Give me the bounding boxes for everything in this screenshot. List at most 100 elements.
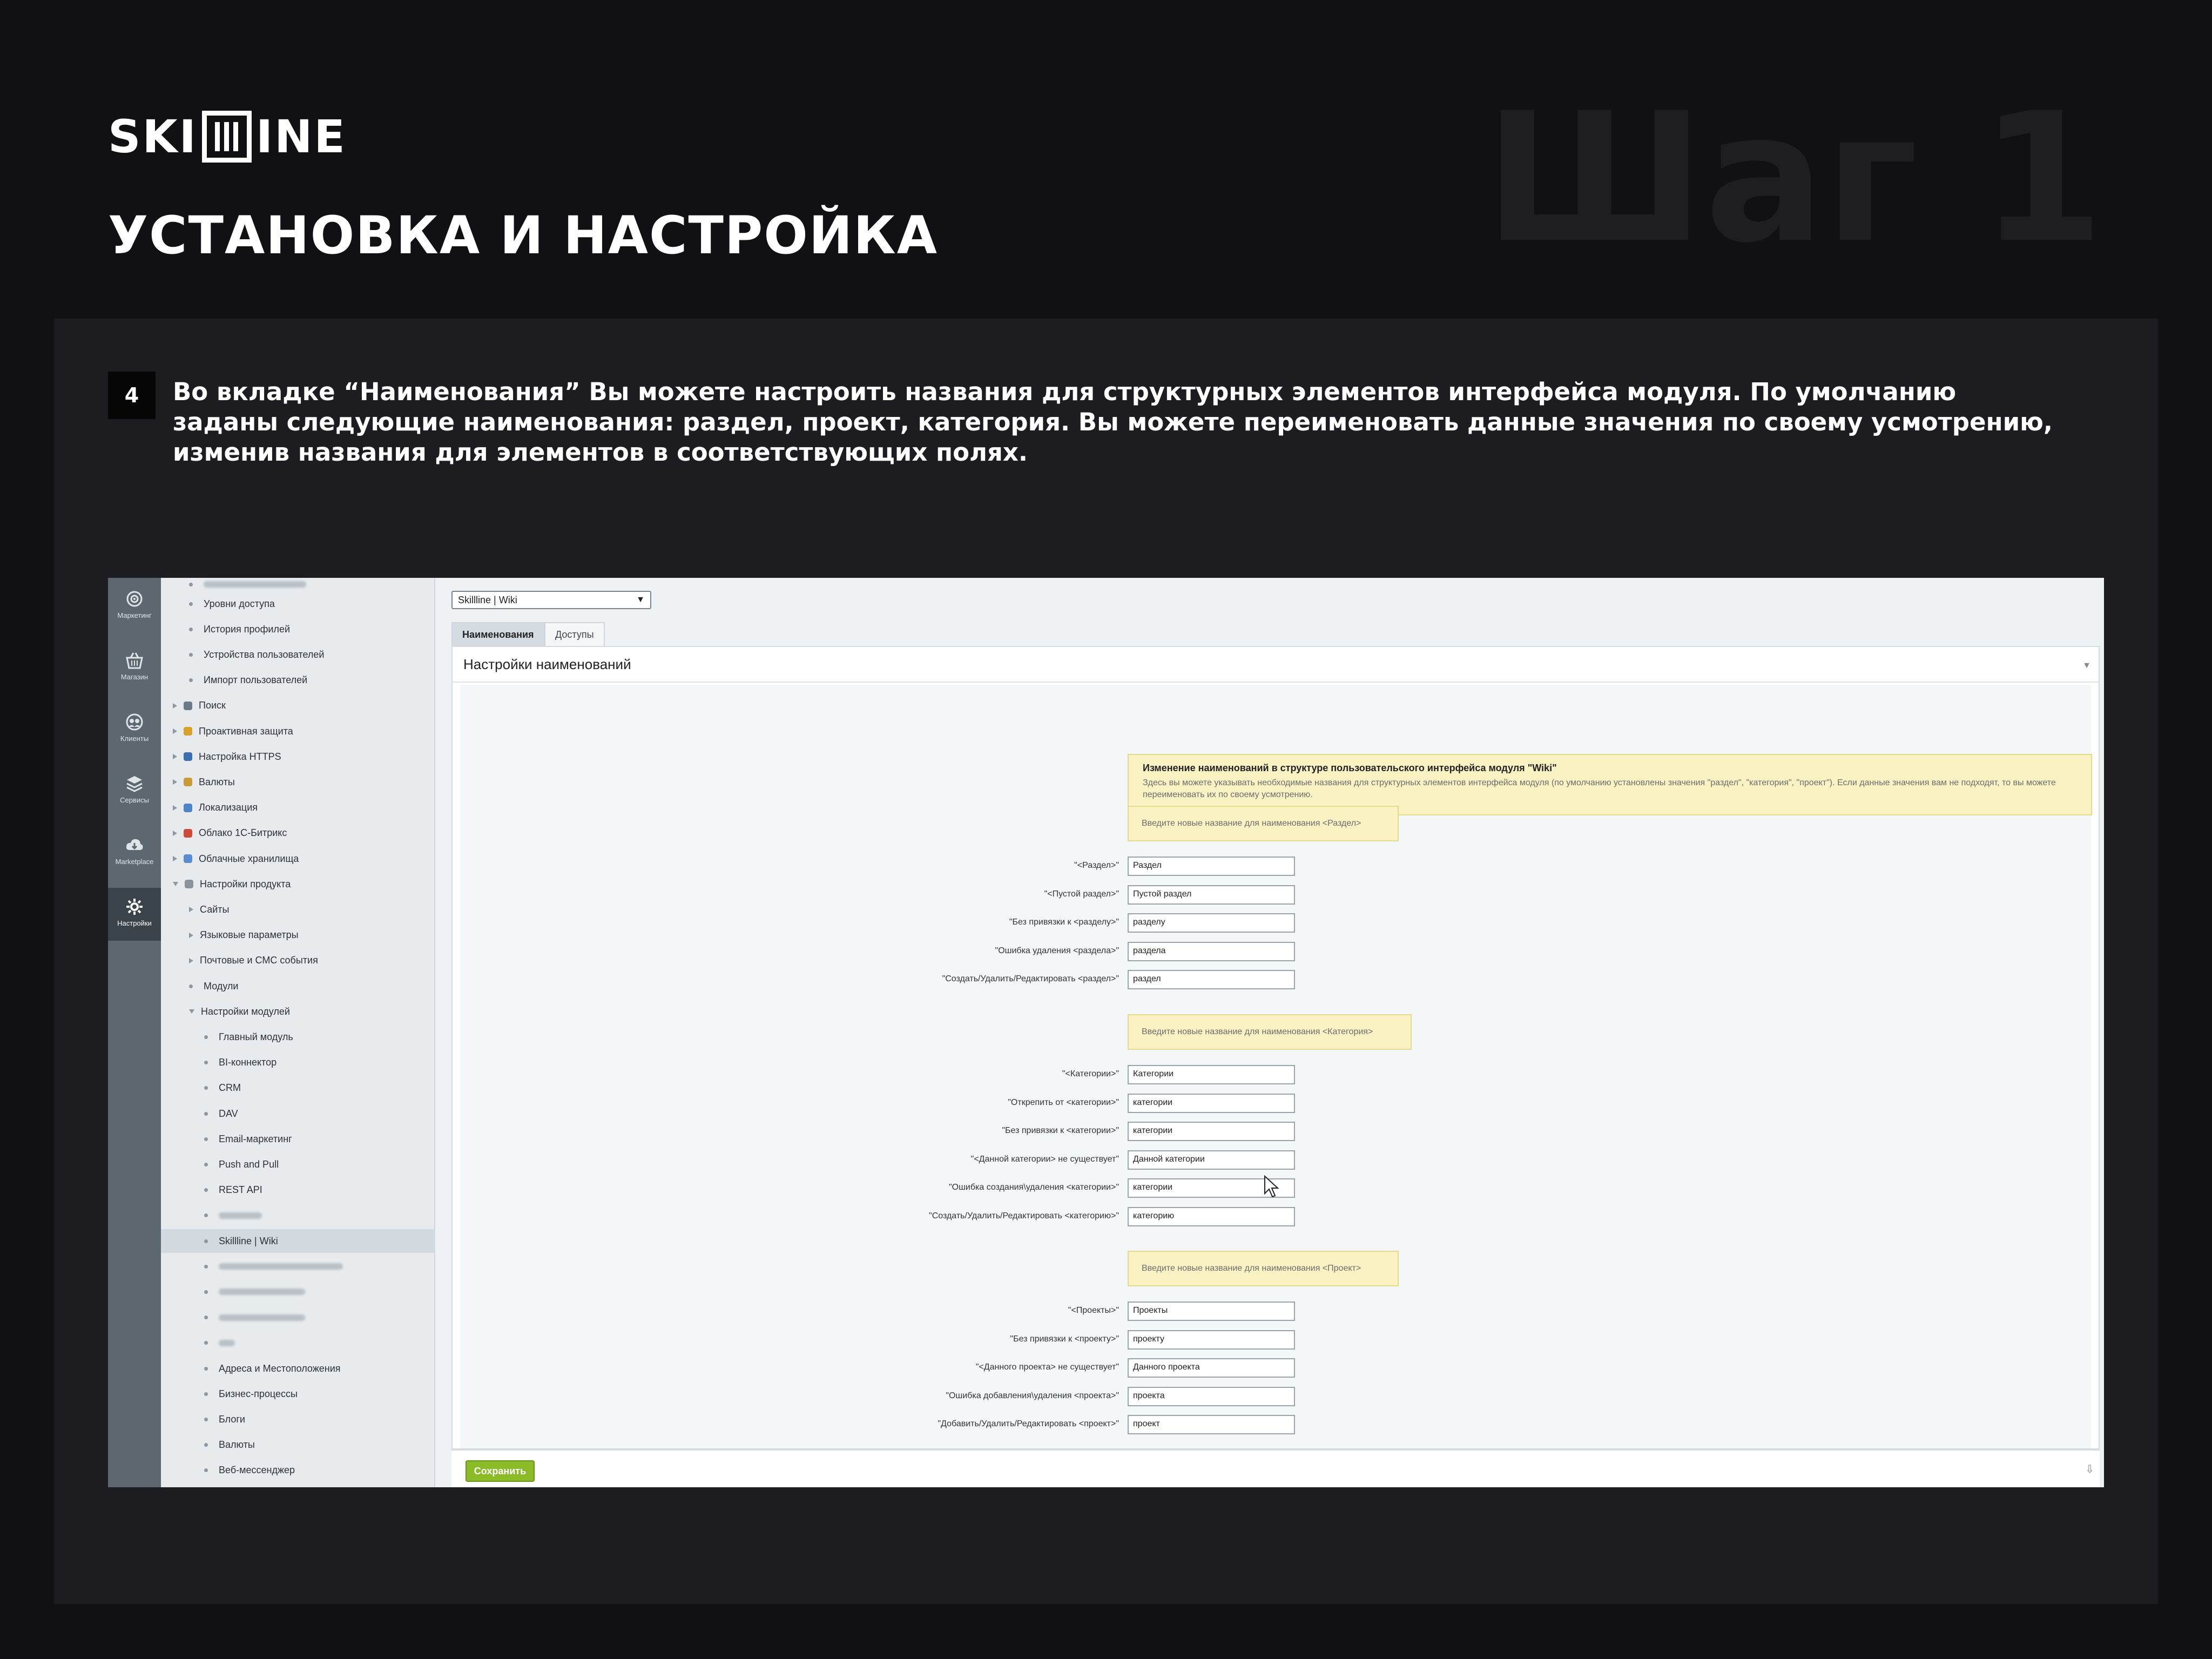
tree-item[interactable]: Облачные хранилища	[161, 847, 435, 871]
bullet-icon	[204, 1417, 208, 1421]
expanded-arrow-icon	[189, 1009, 194, 1014]
tree-item[interactable]: Веб-мессенджер	[161, 1459, 435, 1482]
section-header: Введите новые название для наименования …	[1128, 1014, 1412, 1050]
tree-item[interactable]: Адреса и Местоположения	[161, 1357, 435, 1380]
name-input[interactable]: Данного проекта	[1128, 1358, 1295, 1378]
name-input[interactable]: разделу	[1128, 913, 1295, 933]
tree-item-label: BI-коннектор	[219, 1057, 277, 1068]
rail-item-label: Marketplace	[115, 858, 154, 866]
tree-item[interactable]: Языковые параметры	[161, 923, 435, 947]
rail-item-label: Маркетинг	[117, 611, 152, 619]
name-input[interactable]: Категории	[1128, 1065, 1295, 1084]
rail-item-label: Настройки	[117, 919, 152, 927]
bullet-icon	[204, 1341, 208, 1345]
name-input[interactable]: раздела	[1128, 941, 1295, 961]
tree-item[interactable]	[161, 1204, 435, 1228]
name-input[interactable]: Раздел	[1128, 857, 1295, 876]
tree-item-label: Валюты	[219, 1439, 255, 1451]
tree-item[interactable]: Email-маркетинг	[161, 1127, 435, 1151]
tree-item[interactable]: Сайты	[161, 898, 435, 921]
bullet-icon	[204, 1111, 208, 1116]
tree-item[interactable]: Настройка HTTPS	[161, 745, 435, 768]
name-input[interactable]: проекту	[1128, 1330, 1295, 1350]
tree-node-icon	[184, 778, 192, 787]
tree-item[interactable]: Настройки продукта	[161, 872, 435, 896]
name-input[interactable]: Данной категории	[1128, 1150, 1295, 1170]
tree-item[interactable]: REST API	[161, 1178, 435, 1202]
tree-item[interactable]	[161, 1280, 435, 1304]
tab-access[interactable]: Доступы	[544, 622, 605, 646]
tree-item[interactable]: Локализация	[161, 796, 435, 820]
bullet-icon	[204, 1137, 208, 1141]
tree-item[interactable]: Бизнес-процессы	[161, 1382, 435, 1406]
tree-node-icon	[184, 752, 192, 761]
tree-item[interactable]: Импорт пользователей	[161, 669, 435, 692]
name-input[interactable]: категорию	[1128, 1207, 1295, 1226]
name-input[interactable]: категории	[1128, 1093, 1295, 1113]
tree-item[interactable]: Облако 1С-Битрикс	[161, 821, 435, 845]
field-label: "Создать/Удалить/Редактировать <раздел>"	[942, 974, 1119, 984]
tree-item[interactable]: Проактивная защита	[161, 719, 435, 743]
tree-item[interactable]: Валюты	[161, 1433, 435, 1457]
tree-item[interactable]: Skillline | Wiki	[161, 1229, 435, 1253]
collapsed-arrow-icon	[173, 779, 177, 785]
tree-node-icon	[184, 854, 192, 863]
tree-item[interactable]: Поиск	[161, 694, 435, 718]
tree-item[interactable]: BI-коннектор	[161, 1051, 435, 1075]
target-icon	[126, 591, 143, 607]
tree-node-icon	[184, 828, 192, 838]
rail-item-4[interactable]: Marketplace	[108, 826, 161, 879]
save-button[interactable]: Сохранить	[466, 1460, 535, 1482]
name-input[interactable]: Пустой раздел	[1128, 885, 1295, 905]
expanded-arrow-icon	[173, 882, 178, 887]
tree-item[interactable]: Валюты	[161, 770, 435, 794]
tree-item-label: DAV	[219, 1108, 238, 1119]
rail-item-3[interactable]: Сервисы	[108, 765, 161, 818]
tree-item[interactable]: История профилей	[161, 617, 435, 641]
tree-item-label: Сайты	[200, 903, 230, 915]
tree-item-label: Облачные хранилища	[199, 853, 299, 864]
rail-item-0[interactable]: Маркетинг	[108, 580, 161, 633]
name-input[interactable]: раздел	[1128, 970, 1295, 990]
tree-item[interactable]: Почтовые и СМС события	[161, 949, 435, 973]
tree-item-label: Модули	[204, 980, 239, 992]
name-input[interactable]: проекта	[1128, 1386, 1295, 1406]
collapsed-arrow-icon	[173, 805, 177, 811]
blurred-label	[219, 1314, 305, 1321]
tree-item-label: REST API	[219, 1184, 262, 1196]
tree-item[interactable]: Настройки модулей	[161, 1000, 435, 1023]
basket-icon	[126, 652, 143, 669]
tree-item[interactable]	[161, 1306, 435, 1330]
card-body: Изменение наименований в структуре польз…	[460, 685, 2092, 1448]
rail-item-5[interactable]: Настройки	[108, 888, 161, 941]
rail-item-1[interactable]: Магазин	[108, 642, 161, 694]
footer-bar: Сохранить ⇩	[451, 1449, 2100, 1487]
tree-item-label: Облако 1С-Битрикс	[199, 827, 287, 839]
name-input[interactable]: проект	[1128, 1415, 1295, 1435]
field-label: "Ошибка создания\удаления <категории>"	[948, 1183, 1119, 1192]
bullet-icon	[204, 1086, 208, 1090]
rail-item-label: Клиенты	[120, 734, 149, 743]
logo-mark-icon	[201, 111, 252, 163]
tree-item[interactable]: Блоги	[161, 1407, 435, 1431]
field-label: "<Раздел>"	[1074, 861, 1119, 870]
tree-item[interactable]: Главный модуль	[161, 1025, 435, 1049]
tab-names[interactable]: Наименования	[451, 622, 545, 646]
tree-item[interactable]: DAV	[161, 1102, 435, 1125]
name-input[interactable]: Проекты	[1128, 1301, 1295, 1321]
tree-item[interactable]	[161, 1331, 435, 1355]
instruction-text: Во вкладке “Наименования” Вы можете наст…	[173, 377, 2053, 467]
tree-item-label: Email-маркетинг	[219, 1133, 292, 1144]
tree-item[interactable]: CRM	[161, 1076, 435, 1100]
tree-item[interactable]: Устройства пользователей	[161, 643, 435, 666]
tree-node-icon	[184, 701, 192, 710]
tree-item[interactable]	[161, 1255, 435, 1278]
tree-item[interactable]: Уровни доступа	[161, 592, 435, 616]
rail-item-2[interactable]: Клиенты	[108, 703, 161, 756]
tree-item[interactable]: Модули	[161, 974, 435, 998]
tree-item[interactable]: Push and Pull	[161, 1152, 435, 1176]
module-select[interactable]: Skillline | Wiki ▼	[451, 591, 651, 609]
collapse-icon[interactable]: ▼	[2082, 661, 2091, 671]
pin-icon[interactable]: ⇩	[2085, 1462, 2094, 1476]
name-input[interactable]: категории	[1128, 1122, 1295, 1142]
